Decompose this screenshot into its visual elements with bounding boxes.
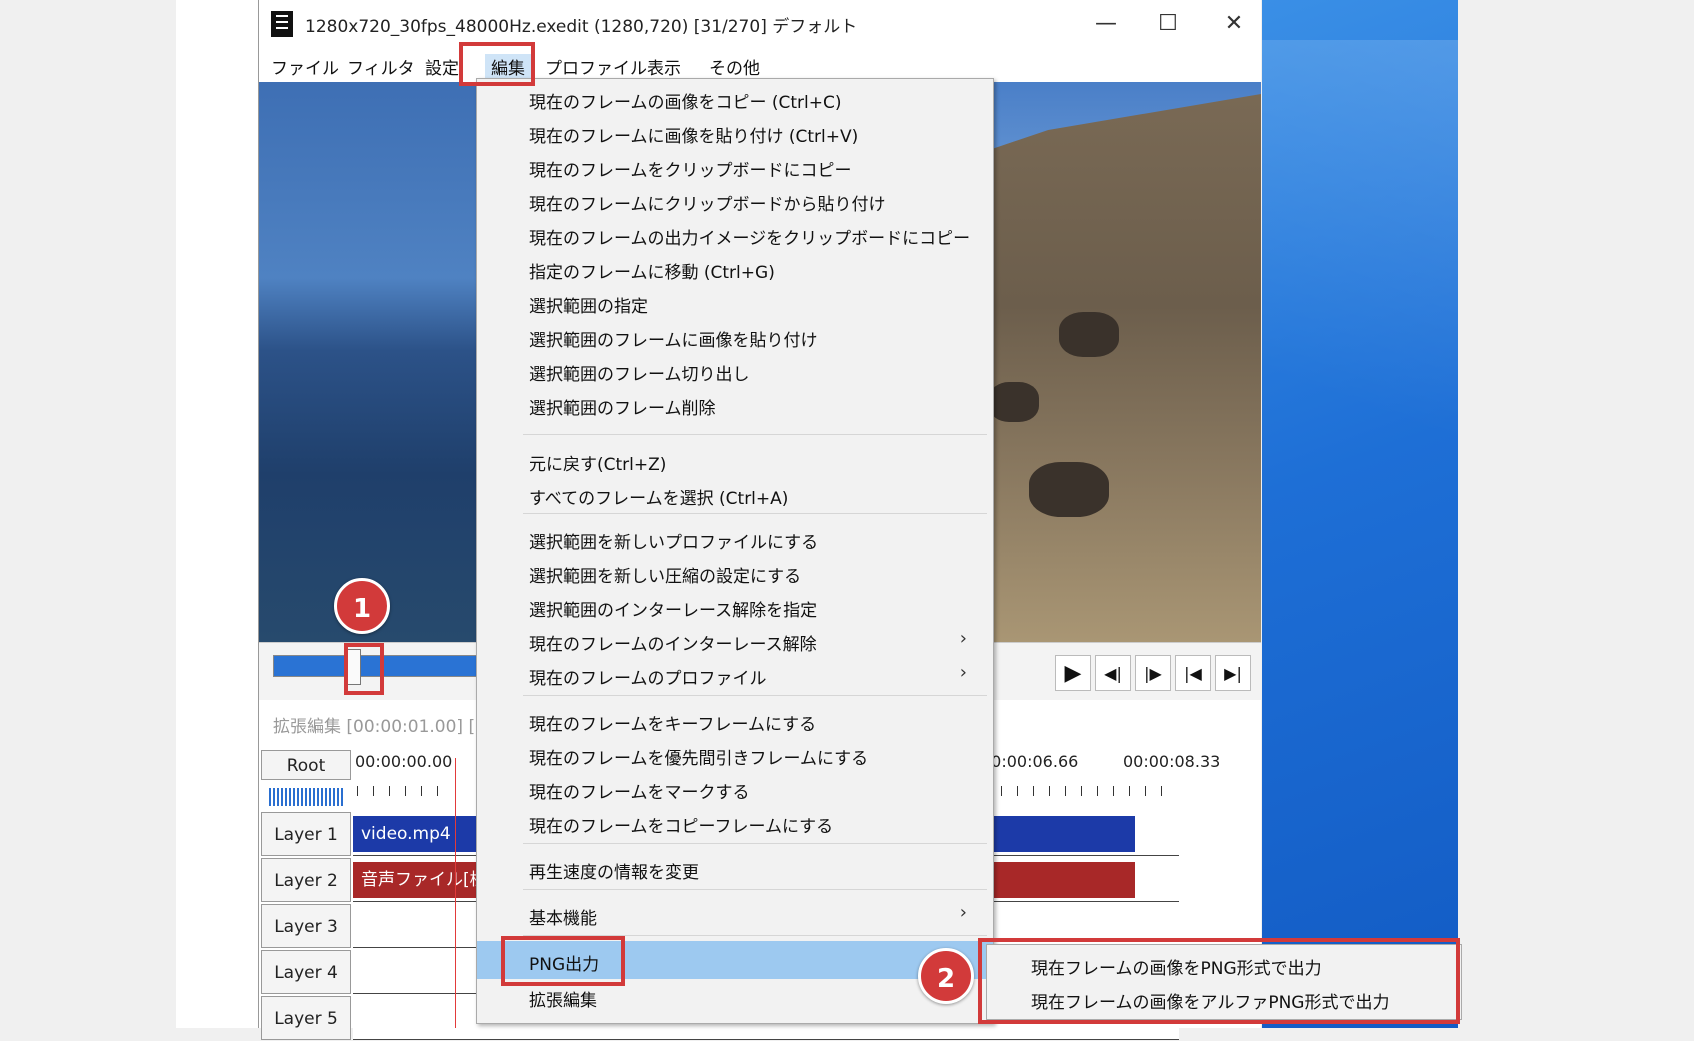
menu-settings[interactable]: 設定 (425, 54, 459, 79)
timestamp: 00:00:08.33 (1123, 752, 1221, 771)
menu-item[interactable]: 現在のフレームをキーフレームにする (477, 703, 993, 737)
timestamp: 00:00:00.00 (355, 752, 453, 771)
layer-3-label[interactable]: Layer 3 (261, 904, 351, 948)
highlight-png-output (501, 936, 625, 986)
highlight-png-submenu (978, 938, 1460, 1024)
edit-dropdown-menu: 現在のフレームの画像をコピー (Ctrl+C) 現在のフレームに画像を貼り付け … (476, 78, 994, 1024)
desktop-highlight (1262, 40, 1458, 640)
menu-item[interactable]: 選択範囲を新しいプロファイルにする (477, 521, 993, 555)
menu-item[interactable]: 選択範囲を新しい圧縮の設定にする (477, 555, 993, 589)
menu-item[interactable]: 現在のフレームを優先間引きフレームにする (477, 737, 993, 771)
menu-separator (523, 889, 987, 890)
last-frame-button[interactable]: ▶| (1215, 655, 1251, 691)
menu-item[interactable]: 選択範囲の指定 (477, 285, 993, 319)
desktop-background (1262, 0, 1458, 1028)
first-frame-button[interactable]: |◀ (1175, 655, 1211, 691)
menu-item[interactable]: 現在のフレームをマークする (477, 771, 993, 805)
maximize-button[interactable]: ☐ (1143, 8, 1193, 40)
menu-item[interactable]: 現在のフレームのプロファイル › (477, 657, 993, 691)
menu-item[interactable]: 現在のフレームにクリップボードから貼り付け (477, 183, 993, 217)
menu-profile[interactable]: プロファイル (545, 54, 647, 79)
menu-item[interactable]: 選択範囲のインターレース解除を指定 (477, 589, 993, 623)
menu-item[interactable]: 現在のフレームのインターレース解除 › (477, 623, 993, 657)
menu-bar: ファイル フィルタ 設定 編集 プロファイル 表示 その他 (259, 48, 1261, 82)
menu-item[interactable]: 選択範囲のフレームに画像を貼り付け (477, 319, 993, 353)
film-icon (271, 11, 293, 37)
menu-item[interactable]: 選択範囲のフレーム切り出し (477, 353, 993, 387)
title-bar: 1280x720_30fps_48000Hz.exedit (1280,720)… (259, 0, 1261, 48)
layer-5-label[interactable]: Layer 5 (261, 996, 351, 1040)
menu-item[interactable]: 現在のフレームをクリップボードにコピー (477, 149, 993, 183)
background-margin (176, 0, 258, 1028)
play-button[interactable]: ▶ (1055, 655, 1091, 691)
menu-separator (523, 695, 987, 696)
menu-item[interactable]: 指定のフレームに移動 (Ctrl+G) (477, 251, 993, 285)
menu-file[interactable]: ファイル (271, 54, 339, 79)
minimize-button[interactable]: — (1081, 8, 1131, 40)
layer-1-label[interactable]: Layer 1 (261, 812, 351, 856)
close-button[interactable]: ✕ (1209, 8, 1259, 40)
playhead[interactable] (455, 758, 456, 1028)
menu-separator (523, 434, 987, 435)
menu-item[interactable]: 現在のフレームの出力イメージをクリップボードにコピー (477, 217, 993, 251)
menu-item[interactable]: すべてのフレームを選択 (Ctrl+A) (477, 477, 993, 511)
timestamp: 00:00:06.66 (981, 752, 1079, 771)
highlight-seek-thumb (344, 643, 384, 695)
layer-4-label[interactable]: Layer 4 (261, 950, 351, 994)
menu-view[interactable]: 表示 (647, 54, 681, 79)
menu-separator (523, 843, 987, 844)
menu-item[interactable]: 基本機能 › (477, 897, 993, 931)
audio-meter (269, 788, 345, 806)
menu-separator (523, 513, 987, 514)
menu-item[interactable]: 現在のフレームをコピーフレームにする (477, 805, 993, 839)
menu-item[interactable]: 再生速度の情報を変更 (477, 851, 993, 885)
layer-2-label[interactable]: Layer 2 (261, 858, 351, 902)
chevron-right-icon: › (959, 902, 967, 923)
root-button[interactable]: Root (261, 750, 351, 780)
next-frame-button[interactable]: |▶ (1135, 655, 1171, 691)
step-2-badge: 2 (918, 948, 974, 1004)
prev-frame-button[interactable]: ◀| (1095, 655, 1131, 691)
chevron-right-icon: › (959, 662, 967, 683)
menu-item[interactable]: 選択範囲のフレーム削除 (477, 387, 993, 421)
menu-other[interactable]: その他 (709, 54, 760, 79)
ext-edit-title: 拡張編集 [00:00:01.00] [3 (273, 717, 486, 737)
menu-filter[interactable]: フィルタ (347, 54, 415, 79)
step-1-badge: 1 (334, 578, 390, 634)
menu-item[interactable]: 現在のフレームの画像をコピー (Ctrl+C) (477, 81, 993, 115)
menu-item[interactable]: 現在のフレームに画像を貼り付け (Ctrl+V) (477, 115, 993, 149)
window-title: 1280x720_30fps_48000Hz.exedit (1280,720)… (305, 17, 858, 37)
highlight-edit-menu (459, 42, 535, 86)
menu-item[interactable]: 元に戻す(Ctrl+Z) (477, 443, 993, 477)
chevron-right-icon: › (959, 628, 967, 649)
